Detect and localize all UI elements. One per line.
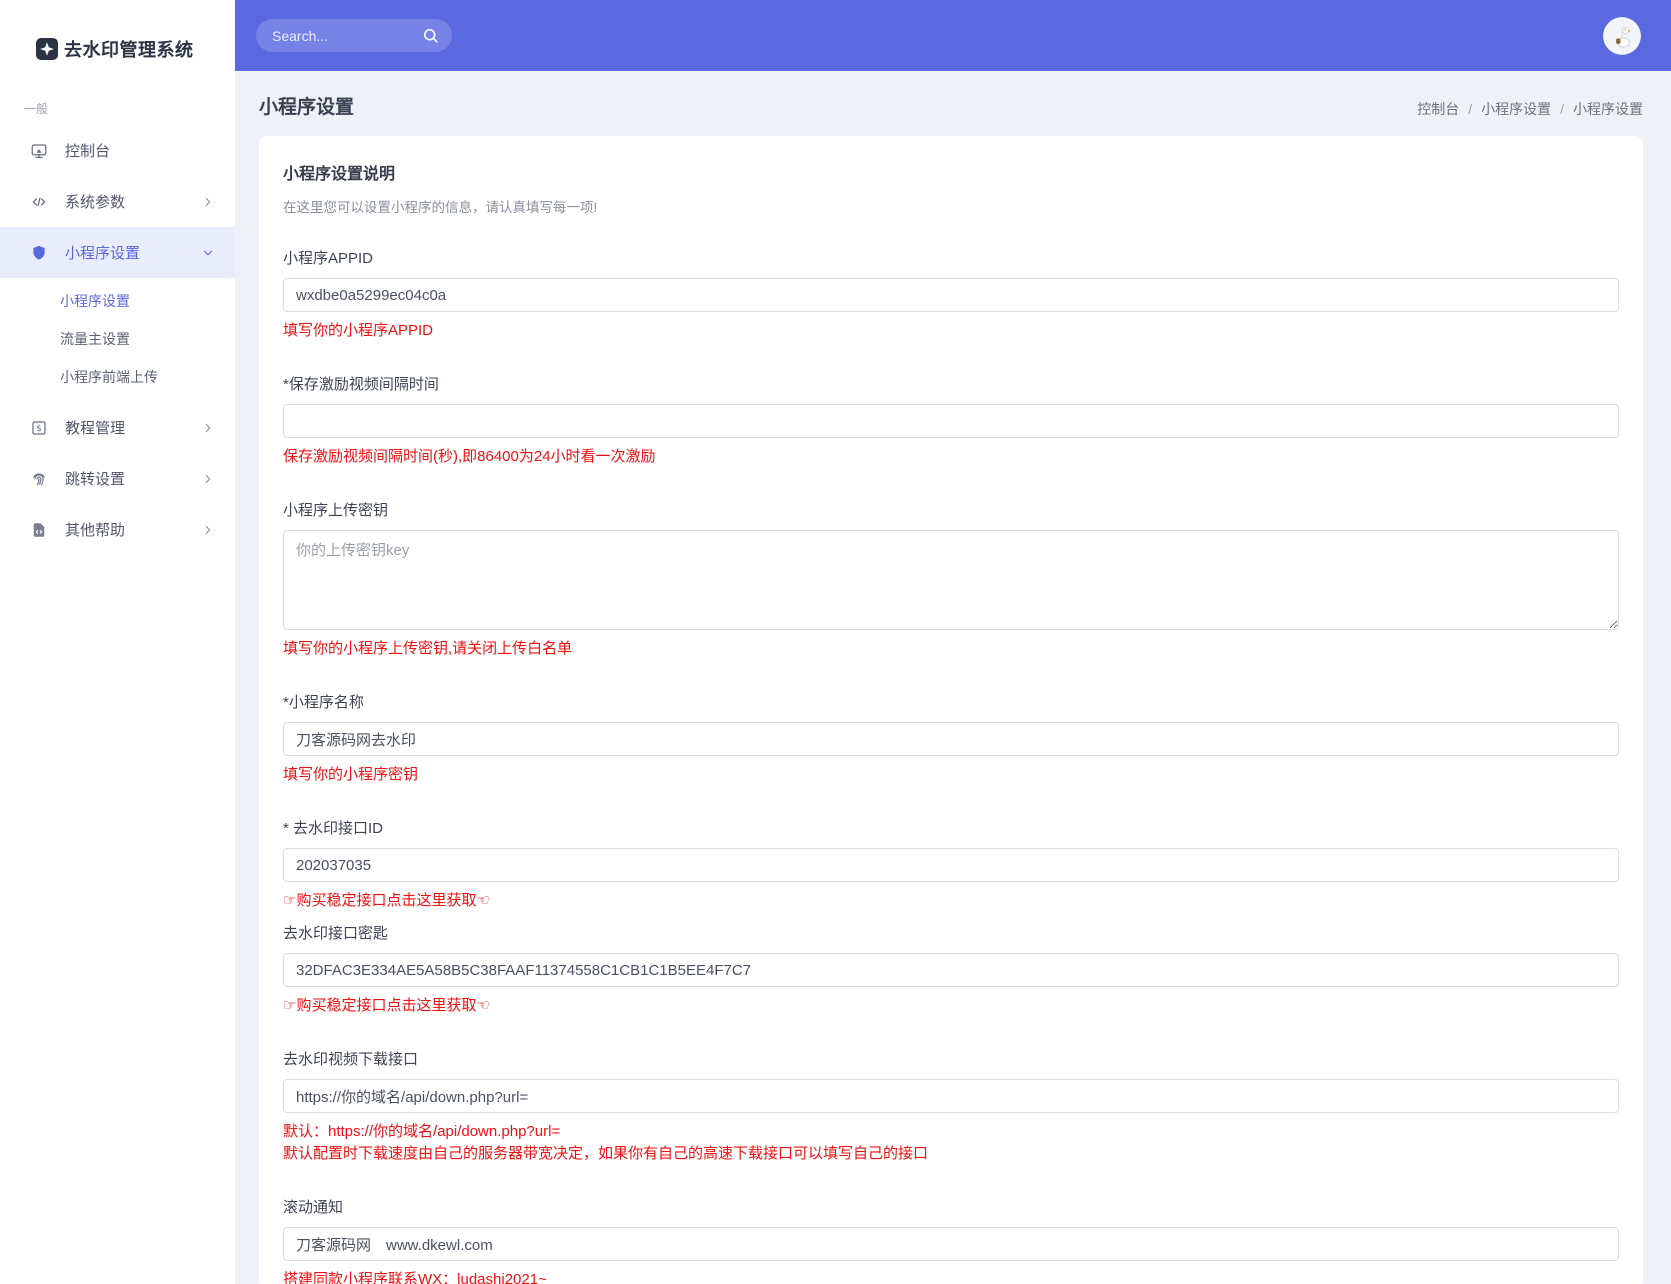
reward-interval-input[interactable]	[283, 404, 1619, 438]
avatar[interactable]	[1603, 17, 1641, 55]
sidebar-section-label: 一般	[24, 102, 49, 116]
field-helper: 填写你的小程序上传密钥,请关闭上传白名单	[283, 640, 573, 657]
sidebar-subnav: 小程序设置 流量主设置 小程序前端上传	[0, 278, 235, 402]
svg-text:$: $	[36, 424, 41, 434]
breadcrumb-console[interactable]: 控制台	[1417, 99, 1459, 119]
sidebar-item-system-params[interactable]: 系统参数	[0, 176, 235, 227]
breadcrumb-miniprogram-settings[interactable]: 小程序设置	[1481, 99, 1551, 119]
breadcrumb-separator: /	[1468, 101, 1473, 117]
file-code-icon	[30, 521, 48, 539]
sidebar-item-jump-settings[interactable]: 跳转设置	[0, 453, 235, 504]
shield-icon	[30, 244, 48, 262]
dollar-square-icon: $	[30, 419, 48, 437]
topbar	[235, 0, 1671, 71]
search-icon[interactable]	[421, 26, 440, 45]
sidebar-item-label: 教程管理	[65, 420, 126, 437]
buy-api-link[interactable]: ☞购买稳定接口点击这里获取☜	[283, 890, 1619, 912]
field-api-id: * 去水印接口ID ☞购买稳定接口点击这里获取☜	[283, 817, 1619, 912]
buy-api-link[interactable]: ☞购买稳定接口点击这里获取☜	[283, 995, 1619, 1017]
field-helper: 填写你的小程序密钥	[283, 766, 419, 783]
field-label: *保存激励视频间隔时间	[283, 376, 439, 393]
field-scroll-notice: 滚动通知 搭建同款小程序联系WX：ludashi2021~	[283, 1196, 1619, 1284]
code-icon	[30, 193, 48, 211]
api-secret-input[interactable]	[283, 953, 1619, 987]
field-helper: 保存激励视频间隔时间(秒),即86400为24小时看一次激励	[283, 448, 656, 465]
field-helper: 搭建同款小程序联系WX：ludashi2021~	[283, 1271, 547, 1284]
field-appid: 小程序APPID 填写你的小程序APPID	[283, 247, 1619, 342]
chevron-down-icon	[201, 246, 215, 260]
sidebar-item-tutorial-management[interactable]: $ 教程管理	[0, 402, 235, 453]
miniprogram-name-input[interactable]	[283, 722, 1619, 756]
chevron-right-icon	[201, 195, 215, 209]
field-label: 小程序APPID	[283, 250, 374, 267]
field-upload-key: 小程序上传密钥 填写你的小程序上传密钥,请关闭上传白名单	[283, 499, 1619, 660]
chevron-right-icon	[201, 421, 215, 435]
fingerprint-icon	[30, 470, 48, 488]
breadcrumb: 控制台 / 小程序设置 / 小程序设置	[1417, 99, 1643, 119]
logo-icon	[36, 38, 58, 60]
sidebar-subitem-traffic-settings[interactable]: 流量主设置	[0, 320, 235, 358]
sidebar-item-label: 系统参数	[65, 194, 126, 211]
sidebar-item-label: 其他帮助	[65, 522, 126, 539]
field-label: 去水印接口密匙	[283, 925, 389, 942]
search-box	[256, 19, 489, 52]
sidebar-nav: 控制台 系统参数 小程序设置 小程序设置 流量主设置 小程序前端上传 $ 教程管…	[0, 125, 235, 555]
field-label: 小程序上传密钥	[283, 502, 389, 519]
settings-card: 小程序设置说明 在这里您可以设置小程序的信息，请认真填写每一项! 小程序APPI…	[259, 136, 1643, 1284]
field-helper: 填写你的小程序APPID	[283, 322, 434, 339]
chevron-right-icon	[201, 472, 215, 486]
monitor-icon	[30, 142, 48, 160]
sidebar-subitem-frontend-upload[interactable]: 小程序前端上传	[0, 358, 235, 396]
upload-key-textarea[interactable]	[283, 530, 1619, 630]
card-subheading: 在这里您可以设置小程序的信息，请认真填写每一项!	[283, 200, 598, 215]
field-label: *小程序名称	[283, 694, 364, 711]
sidebar-item-console[interactable]: 控制台	[0, 125, 235, 176]
field-label: * 去水印接口ID	[283, 820, 384, 837]
api-id-input[interactable]	[283, 848, 1619, 882]
field-reward-interval: *保存激励视频间隔时间 保存激励视频间隔时间(秒),即86400为24小时看一次…	[283, 373, 1619, 468]
field-label: 去水印视频下载接口	[283, 1051, 419, 1068]
field-helper: 默认：https://你的域名/api/down.php?url=	[283, 1123, 561, 1140]
breadcrumb-separator: /	[1560, 101, 1564, 117]
page-title: 小程序设置	[259, 97, 355, 118]
sidebar: 去水印管理系统 一般 控制台 系统参数 小程序设置 小程序设置 流量主设置 小程…	[0, 0, 235, 1284]
card-heading: 小程序设置说明	[283, 166, 396, 183]
main-content: 小程序设置 控制台 / 小程序设置 / 小程序设置 小程序设置说明 在这里您可以…	[235, 71, 1671, 1284]
sidebar-item-other-help[interactable]: 其他帮助	[0, 504, 235, 555]
page-header: 小程序设置 控制台 / 小程序设置 / 小程序设置	[235, 71, 1671, 119]
download-api-input[interactable]	[283, 1079, 1619, 1113]
appid-input[interactable]	[283, 278, 1619, 312]
field-miniprogram-name: *小程序名称 填写你的小程序密钥	[283, 691, 1619, 786]
breadcrumb-current: 小程序设置	[1573, 101, 1643, 117]
chevron-right-icon	[201, 523, 215, 537]
search-input[interactable]	[256, 19, 489, 52]
scroll-notice-input[interactable]	[283, 1227, 1619, 1261]
field-label: 滚动通知	[283, 1199, 344, 1216]
sidebar-item-label: 跳转设置	[65, 471, 126, 488]
sidebar-item-label: 控制台	[65, 143, 111, 160]
field-helper: 默认配置时下载速度由自己的服务器带宽决定，如果你有自己的高速下载接口可以填写自己…	[283, 1145, 929, 1162]
sidebar-subitem-miniprogram-settings[interactable]: 小程序设置	[0, 282, 235, 320]
field-download-api: 去水印视频下载接口 默认：https://你的域名/api/down.php?u…	[283, 1048, 1619, 1165]
sidebar-item-miniprogram-settings[interactable]: 小程序设置	[0, 227, 235, 278]
field-api-secret: 去水印接口密匙 ☞购买稳定接口点击这里获取☜	[283, 922, 1619, 1017]
app-logo: 去水印管理系统	[0, 0, 235, 62]
sidebar-item-label: 小程序设置	[65, 245, 141, 262]
app-title: 去水印管理系统	[64, 40, 194, 60]
